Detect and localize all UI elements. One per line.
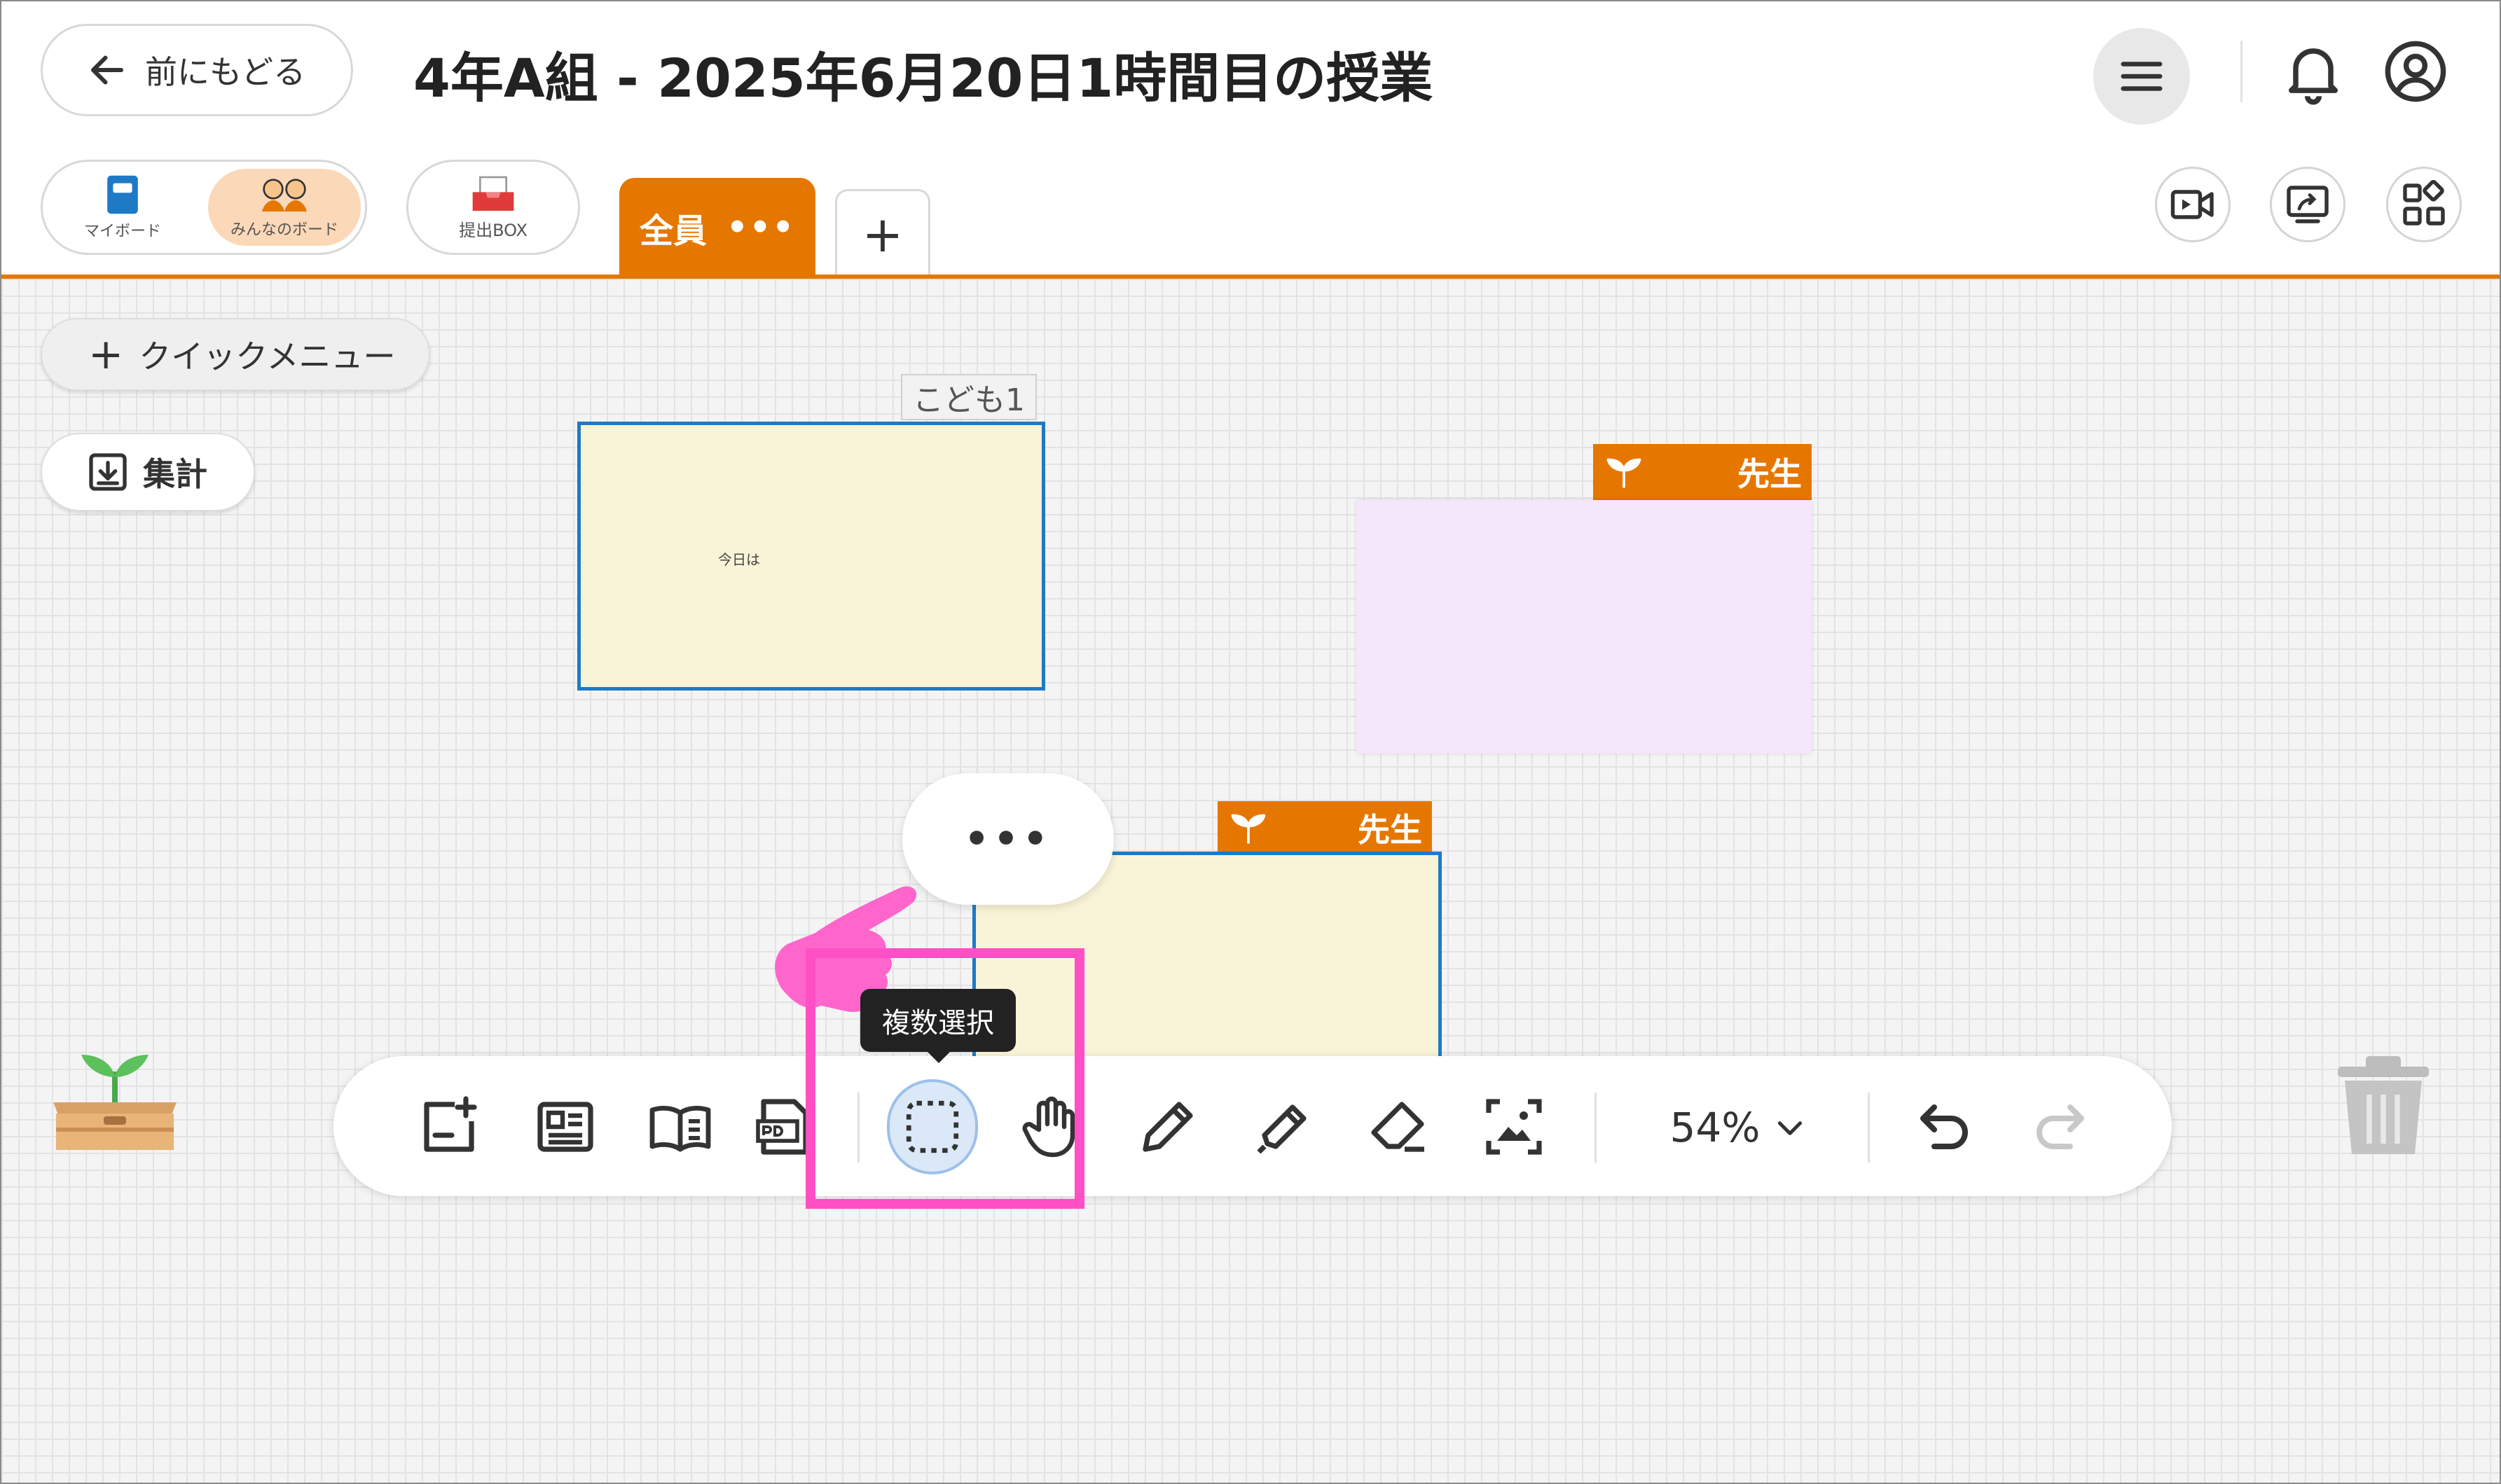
add-card-icon — [424, 1096, 477, 1152]
screen-share-icon — [2287, 186, 2329, 223]
chevron-down-icon — [1778, 1121, 1803, 1135]
undo-icon — [1920, 1104, 1968, 1149]
pencil-icon — [1143, 1102, 1193, 1152]
video-button[interactable] — [2155, 167, 2231, 242]
teacher-tag: 先生 — [1218, 801, 1432, 854]
video-icon — [2170, 190, 2214, 219]
everyone-board-label: みんなのボード — [230, 221, 338, 239]
eraser-icon — [1371, 1102, 1424, 1152]
hamburger-menu-button[interactable] — [2093, 28, 2190, 125]
trash-icon[interactable] — [2334, 1049, 2432, 1161]
everyone-board-button[interactable]: みんなのボード — [208, 169, 361, 246]
inbox-icon — [472, 176, 514, 211]
card-text: 今日は — [718, 551, 760, 568]
tab-more-icon[interactable]: ••• — [726, 208, 795, 247]
drawing-toolbar: 54% — [333, 1056, 2172, 1196]
sprout-icon — [1231, 814, 1266, 844]
arrow-left-icon — [91, 55, 123, 85]
tab-everyone[interactable]: 全員 ••• — [619, 178, 815, 277]
submit-box-button[interactable]: 提出BOX — [406, 160, 580, 255]
zoom-dropdown[interactable]: 54% — [1655, 1093, 1823, 1163]
add-card-tool[interactable] — [404, 1081, 495, 1172]
apps-button[interactable] — [2386, 167, 2462, 242]
undo-button[interactable] — [1900, 1081, 1991, 1172]
redo-button[interactable] — [2013, 1081, 2104, 1172]
classmates-icon — [262, 179, 307, 211]
template-icon — [537, 1102, 593, 1152]
sticky-card-child[interactable]: 今日は — [577, 422, 1045, 691]
add-tab-button[interactable]: + — [835, 189, 930, 277]
template-tool[interactable] — [520, 1081, 611, 1172]
header-divider — [2240, 41, 2242, 102]
bell-icon[interactable] — [2278, 36, 2348, 106]
download-box-icon — [89, 453, 127, 491]
my-board-label: マイボード — [83, 223, 161, 240]
app-window: 前にもどる 4年A組 - 2025年6月20日1時間目の授業 マイボード みんな… — [0, 0, 2501, 1484]
back-button-label: 前にもどる — [145, 53, 306, 91]
redo-icon — [2037, 1104, 2084, 1149]
highlighter-icon — [1257, 1104, 1307, 1154]
quick-menu-button[interactable]: + クイックメニュー — [41, 318, 430, 391]
zoom-value: 54% — [1669, 1104, 1761, 1151]
marker-tool[interactable] — [1239, 1081, 1330, 1172]
plus-icon: + — [88, 330, 124, 379]
sticky-card-teacher-purple[interactable] — [1356, 500, 1812, 754]
toolbar-divider — [1594, 1093, 1597, 1163]
tab-everyone-label: 全員 — [639, 211, 707, 251]
book-icon — [649, 1105, 711, 1152]
notebook-icon — [107, 175, 138, 214]
account-icon[interactable] — [2381, 36, 2451, 106]
screen-share-button[interactable] — [2270, 167, 2345, 242]
submit-box-label: 提出BOX — [459, 220, 528, 240]
back-button[interactable]: 前にもどる — [41, 24, 353, 116]
pen-tool[interactable] — [1122, 1081, 1213, 1172]
quick-menu-label: クイックメニュー — [139, 338, 396, 375]
textbook-tool[interactable] — [635, 1081, 726, 1172]
teacher-tag: 先生 — [1593, 444, 1812, 500]
summary-label: 集計 — [143, 455, 207, 493]
board-switcher: マイボード みんなのボード — [41, 160, 367, 255]
toolbar-divider — [1868, 1093, 1870, 1163]
hamburger-icon — [2121, 62, 2163, 91]
board-canvas[interactable]: + クイックメニュー 集計 こども1 今日は 先生 先生 ••• 54% — [1, 279, 2500, 1483]
annotation-highlight-box — [806, 948, 1084, 1209]
screenshot-tool[interactable] — [1468, 1081, 1559, 1172]
plant-box-icon — [53, 1055, 177, 1150]
image-capture-icon — [1486, 1099, 1542, 1155]
my-board-button[interactable]: マイボード — [53, 169, 193, 246]
sprout-icon — [1606, 458, 1641, 488]
teacher-name: 先生 — [1358, 811, 1422, 849]
page-title: 4年A組 - 2025年6月20日1時間目の授業 — [413, 47, 1433, 109]
card-owner-tag: こども1 — [901, 374, 1037, 420]
grid-icon — [2403, 180, 2445, 226]
eraser-tool[interactable] — [1353, 1081, 1445, 1172]
summary-button[interactable]: 集計 — [41, 433, 255, 511]
teacher-name: 先生 — [1737, 455, 1802, 493]
